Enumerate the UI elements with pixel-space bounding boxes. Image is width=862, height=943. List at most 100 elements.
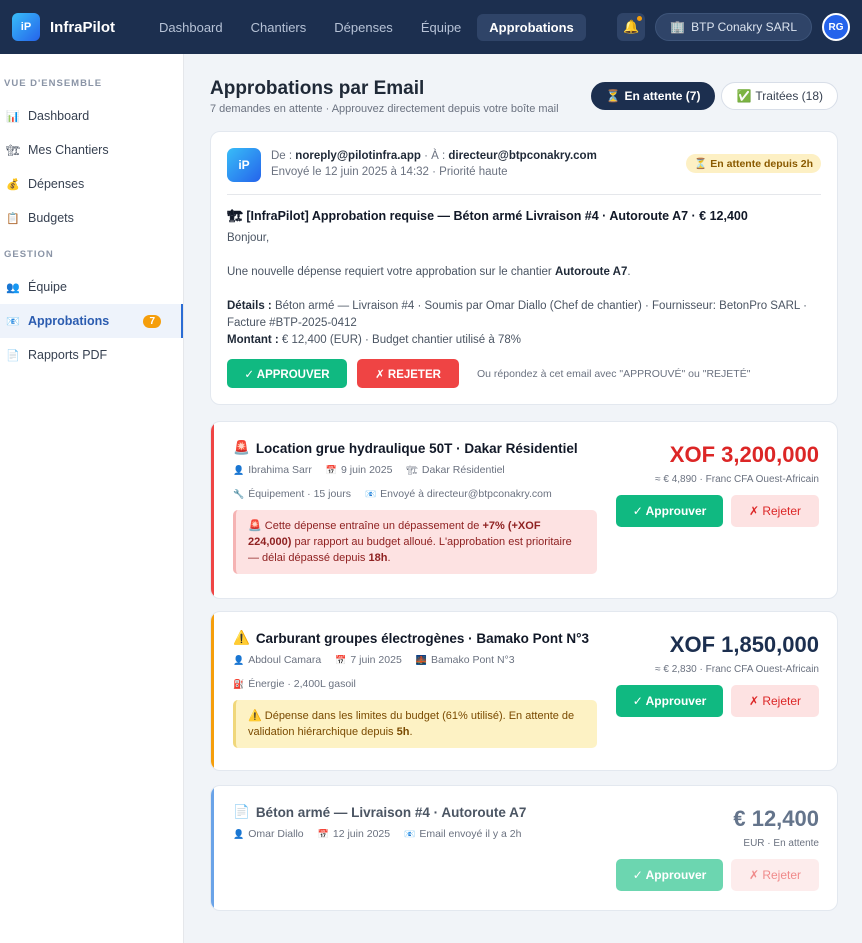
calendar-icon: 📅 — [317, 828, 329, 839]
nav-depenses[interactable]: Dépenses — [322, 14, 405, 41]
filter-pending-button[interactable]: ⏳ En attente (7) — [590, 82, 716, 110]
building-icon: 🏢 — [670, 20, 686, 34]
notifications-button[interactable]: 🔔 — [617, 13, 646, 41]
request-amount: € 12,400 — [733, 806, 819, 831]
reject-button[interactable]: ✗ Rejeter — [731, 495, 819, 527]
nav-approbations[interactable]: Approbations — [477, 13, 586, 41]
nav-dashboard[interactable]: Dashboard — [147, 14, 235, 41]
sidebar-section-title: GESTION — [4, 249, 54, 260]
app-name[interactable]: InfraPilot — [50, 19, 115, 36]
requester: Ibrahima Sarr — [248, 464, 312, 476]
sidebar-item-budgets[interactable]: 📋 Budgets — [0, 201, 183, 235]
fuel-icon: ⛽ — [233, 678, 245, 689]
sidebar-item-depenses[interactable]: 💰 Dépenses — [0, 167, 183, 201]
card-accent — [211, 612, 214, 770]
reject-button[interactable]: ✗ Rejeter — [731, 685, 819, 717]
request-title: Béton armé — Livraison #4 · Autoroute A7 — [255, 804, 527, 820]
category: Énergie · 2,400L gasoil — [248, 678, 356, 690]
user-avatar[interactable]: RG — [822, 13, 850, 41]
request-card: ⚠️ Carburant groupes électrogènes · Bama… — [210, 611, 838, 771]
sidebar-item-chantiers[interactable]: 🏗 Mes Chantiers — [0, 133, 183, 167]
sidebar-item-label: Approbations — [28, 314, 110, 328]
to-label: · À : — [424, 150, 446, 162]
user-icon: 👤 — [233, 464, 245, 475]
email-reject-button[interactable]: ✗ REJETER — [357, 359, 459, 388]
warning-icon: ⚠️ — [233, 630, 250, 645]
pending-count-badge: 7 — [143, 314, 161, 328]
request-amount: XOF 1,850,000 — [669, 632, 819, 657]
email-to: directeur@btpconakry.com — [448, 150, 597, 162]
nav-equipe[interactable]: Équipe — [409, 14, 473, 41]
email-meta: De : noreply@pilotinfra.app · À : direct… — [271, 148, 597, 180]
sidebar: VUE D'ENSEMBLE 📊 Dashboard 🏗 Mes Chantie… — [0, 54, 184, 943]
user-icon: 👤 — [233, 654, 245, 665]
sidebar-item-label: Mes Chantiers — [28, 143, 109, 157]
email-line: Une nouvelle dépense requiert votre appr… — [227, 266, 631, 278]
check-icon: ✅ — [736, 89, 752, 103]
document-icon: 📄 — [6, 349, 20, 362]
sidebar-item-label: Équipe — [28, 280, 67, 294]
reply-hint: Ou répondez à cet email avec "APPROUVÉ" … — [477, 367, 751, 380]
sender-logo: iP — [227, 148, 261, 182]
bell-icon: 🔔 — [623, 19, 640, 34]
request-title: Location grue hydraulique 50T · Dakar Ré… — [255, 440, 578, 456]
email-sent-info: Envoyé le 12 juin 2025 à 14:32 · Priorit… — [271, 166, 508, 178]
budget-overrun-alert: 🚨 Cette dépense entraîne un dépassement … — [233, 510, 597, 574]
calendar-icon: 📅 — [335, 654, 347, 665]
sidebar-item-approbations[interactable]: 📧 Approbations 7 — [0, 304, 183, 338]
email-body: Bonjour, Une nouvelle dépense requiert v… — [227, 230, 821, 349]
card-accent — [211, 786, 214, 910]
company-selector[interactable]: 🏢 BTP Conakry SARL — [655, 13, 812, 41]
construction-icon: 🏗 — [406, 464, 418, 475]
filter-processed-button[interactable]: ✅ Traitées (18) — [721, 82, 838, 110]
reject-button[interactable]: ✗ Rejeter — [731, 859, 819, 891]
approve-button[interactable]: ✓ Approuver — [616, 685, 723, 717]
approve-button[interactable]: ✓ Approuver — [616, 859, 723, 891]
request-date: 9 juin 2025 — [341, 464, 393, 476]
sent-to: Envoyé à directeur@btpconakry.com — [380, 488, 552, 500]
team-icon: 👥 — [6, 281, 20, 294]
approve-button[interactable]: ✓ Approuver — [616, 495, 723, 527]
request-date: 7 juin 2025 — [350, 654, 402, 666]
bridge-icon: 🌉 — [415, 654, 428, 665]
sidebar-item-label: Dashboard — [28, 109, 90, 123]
sidebar-item-label: Budgets — [28, 211, 74, 225]
email-greeting: Bonjour, — [227, 232, 270, 244]
construction-icon: 🏗 — [6, 144, 20, 157]
email-icon: 📧 — [364, 488, 377, 499]
sidebar-item-rapports[interactable]: 📄 Rapports PDF — [0, 338, 183, 372]
nav-chantiers[interactable]: Chantiers — [239, 14, 319, 41]
wrench-icon: 🔧 — [233, 488, 245, 499]
sidebar-item-dashboard[interactable]: 📊 Dashboard — [0, 99, 183, 133]
main-nav: Dashboard Chantiers Dépenses Équipe Appr… — [147, 13, 586, 41]
sidebar-item-label: Dépenses — [28, 177, 85, 191]
filter-label: En attente (7) — [624, 89, 701, 103]
site-name: Dakar Résidentiel — [421, 464, 505, 476]
email-icon: 📧 — [6, 315, 20, 328]
sidebar-item-equipe[interactable]: 👥 Équipe — [0, 270, 183, 304]
email-status: Email envoyé il y a 2h — [419, 828, 522, 840]
from-label: De : — [271, 150, 293, 162]
site-name: Bamako Pont N°3 — [431, 654, 515, 666]
document-icon: 📄 — [233, 804, 250, 819]
request-card: 🚨 Location grue hydraulique 50T · Dakar … — [210, 421, 838, 599]
filter-label: Traitées (18) — [755, 89, 823, 103]
email-from: noreply@pilotinfra.app — [295, 150, 421, 162]
notification-dot — [637, 16, 643, 21]
clipboard-icon: 📋 — [6, 212, 20, 225]
budget-ok-alert: ⚠️ Dépense dans les limites du budget (6… — [233, 700, 597, 748]
email-icon: 📧 — [404, 828, 416, 839]
waiting-badge: ⏳ En attente depuis 2h — [686, 154, 821, 173]
company-name: BTP Conakry SARL — [691, 20, 797, 34]
hourglass-icon: ⏳ — [605, 89, 621, 103]
email-approve-button[interactable]: ✓ APPROUVER — [227, 359, 347, 388]
page-title: Approbations par Email — [210, 78, 425, 99]
page-subtitle: 7 demandes en attente · Approuvez direct… — [210, 103, 559, 115]
request-title: Carburant groupes électrogènes · Bamako … — [255, 630, 590, 646]
card-accent — [211, 422, 214, 598]
request-date: 12 juin 2025 — [332, 828, 391, 840]
amount-conversion: ≈ € 2,830 · Franc CFA Ouest-Africain — [655, 664, 819, 675]
email-preview-card: iP De : noreply@pilotinfra.app · À : dir… — [210, 131, 838, 405]
category: Équipement · 15 jours — [248, 488, 351, 500]
app-logo[interactable]: iP — [12, 13, 40, 41]
